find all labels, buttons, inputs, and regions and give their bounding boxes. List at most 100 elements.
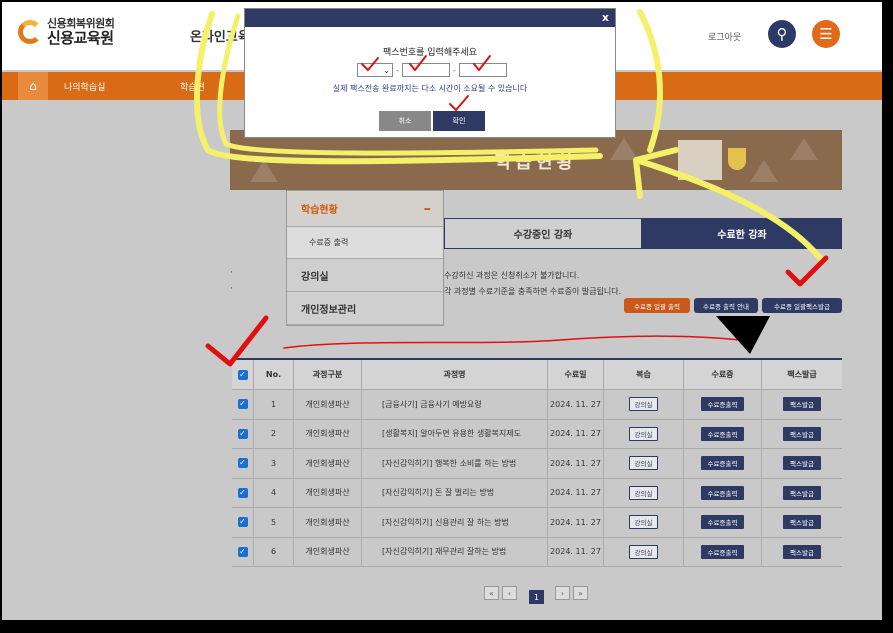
fax-middle-input[interactable] (401, 63, 450, 77)
print-certificate-button[interactable]: 수료증출력 (700, 456, 745, 471)
certificate-cell: 수료증출력 (684, 390, 762, 419)
row-select-cell: ✓ (232, 390, 254, 419)
row-select-cell: ✓ (232, 537, 254, 566)
row-checkbox[interactable]: ✓ (237, 458, 248, 469)
confirm-button[interactable]: 확인 (433, 111, 485, 131)
side-menu-profile[interactable]: 개인정보관리 (287, 292, 443, 325)
last-page-button[interactable]: » (573, 586, 588, 600)
select-all-cell: ✓ (232, 360, 254, 389)
nav-my-learning[interactable]: 나의학습실 (64, 80, 105, 93)
side-menu-certificate-print[interactable]: 수료증 출력 (287, 227, 443, 259)
double-chevron-right-icon: » (578, 588, 583, 598)
completion-date: 2024. 11. 27 (548, 537, 604, 566)
fax-issue-button[interactable]: 팩스발급 (783, 485, 821, 500)
nav-learning-status[interactable]: 학습현 (180, 80, 205, 93)
completion-date: 2024. 11. 27 (548, 390, 604, 419)
classroom-button[interactable]: 강의실 (628, 515, 659, 530)
side-menu-head-label: 학습현황 (301, 205, 338, 216)
page-banner: 학습현황 (230, 130, 842, 190)
print-certificate-button[interactable]: 수료증출력 (700, 515, 745, 530)
review-cell: 강의실 (604, 419, 684, 448)
double-chevron-left-icon: « (489, 588, 494, 598)
print-certificate-button[interactable]: 수료증출력 (700, 544, 745, 559)
fax-area-code-select[interactable]: ⌄ (357, 63, 393, 77)
tab-current-courses[interactable]: 수강중인 강좌 (444, 218, 642, 249)
table-body: ✓ 1 개인회생파산 [금융사기] 금융사기 예방요령 2024. 11. 27 강의실 수… (232, 390, 842, 567)
menu-button[interactable]: ☰ (812, 20, 840, 48)
completion-date: 2024. 11. 27 (548, 478, 604, 507)
column-header: 과정명 (362, 360, 548, 389)
row-checkbox[interactable]: ✓ (237, 428, 248, 439)
row-checkbox[interactable]: ✓ (237, 517, 248, 528)
classroom-button[interactable]: 강의실 (628, 426, 659, 441)
print-certificate-button[interactable]: 수료증출력 (700, 426, 745, 441)
review-cell: 강의실 (604, 537, 684, 566)
certificate-cell: 수료증출력 (684, 537, 762, 566)
row-checkbox[interactable]: ✓ (237, 487, 248, 498)
fax-cell: 팩스발급 (762, 390, 842, 419)
bullet-icon: · (230, 284, 233, 294)
print-certificate-button[interactable]: 수료증출력 (700, 397, 745, 412)
chevron-left-icon: ‹ (507, 588, 512, 598)
fax-issue-button[interactable]: 팩스발급 (783, 515, 821, 530)
logout-link[interactable]: 로그아웃 (708, 30, 741, 43)
certificate-cell: 수료증출력 (684, 419, 762, 448)
cancel-button[interactable]: 취소 (379, 111, 431, 131)
next-page-button[interactable]: › (555, 586, 570, 600)
review-cell: 강의실 (604, 449, 684, 478)
classroom-button[interactable]: 강의실 (628, 397, 659, 412)
chevron-right-icon: › (560, 588, 565, 598)
table-row: ✓ 1 개인회생파산 [금융사기] 금융사기 예방요령 2024. 11. 27 강의실 수… (232, 390, 842, 420)
fax-issue-button[interactable]: 팩스발급 (783, 456, 821, 471)
row-checkbox[interactable]: ✓ (237, 399, 248, 410)
review-cell: 강의실 (604, 478, 684, 507)
fax-last-input[interactable] (458, 63, 507, 77)
home-button[interactable]: ⌂ (18, 72, 48, 100)
tab-completed-courses[interactable]: 수료한 강좌 (642, 218, 842, 249)
completion-date: 2024. 11. 27 (548, 419, 604, 448)
print-guide-button[interactable]: 수료증 출력 안내 (694, 298, 758, 313)
collapse-icon[interactable]: – (424, 199, 432, 217)
classroom-button[interactable]: 강의실 (628, 544, 659, 559)
site-label[interactable]: 온라인교육 (190, 26, 250, 45)
fax-number-modal: x 팩스번호를 입력해주세요 ⌄ - - 실제 팩스전송 완료까지는 다소 시간… (244, 8, 616, 138)
select-all-checkbox[interactable]: ✓ (237, 369, 248, 380)
course-type: 개인회생파산 (294, 390, 362, 419)
fax-cell: 팩스발급 (762, 508, 842, 537)
table-row: ✓ 5 개인회생파산 [자신감익히기] 신용관리 잘 하는 방법 2024. 11. 2… (232, 508, 842, 538)
search-button[interactable]: ⚲ (768, 20, 796, 48)
close-icon[interactable]: x (602, 11, 609, 24)
logo-text: 신용회복위원회 신용교육원 (47, 18, 115, 47)
completion-date: 2024. 11. 27 (548, 449, 604, 478)
table-row: ✓ 3 개인회생파산 [자신감익히기] 행복한 소비를 하는 방법 2024. 11. … (232, 449, 842, 479)
review-cell: 강의실 (604, 508, 684, 537)
page-button-current[interactable]: 1 (529, 590, 544, 604)
row-number: 1 (254, 390, 294, 419)
side-menu-learning-status[interactable]: 학습현황 – (287, 191, 443, 227)
classroom-button[interactable]: 강의실 (628, 456, 659, 471)
fax-issue-button[interactable]: 팩스발급 (783, 544, 821, 559)
modal-note: 실제 팩스전송 완료까지는 다소 시간이 소요될 수 있습니다 (332, 84, 528, 93)
row-number: 3 (254, 449, 294, 478)
table-row: ✓ 6 개인회생파산 [자신감익히기] 재무관리 잘하는 방법 2024. 11. 27… (232, 537, 842, 567)
notice-text: 각 과정별 수료기준을 충족하면 수료증이 발급됩니다. (444, 287, 622, 296)
classroom-button[interactable]: 강의실 (628, 485, 659, 500)
bulk-fax-button[interactable]: 수료증 일괄팩스발급 (762, 298, 842, 313)
course-type: 개인회생파산 (294, 449, 362, 478)
side-menu-classroom[interactable]: 강의실 (287, 259, 443, 292)
page: 신용회복위원회 신용교육원 온라인교육 로그아웃 ⚲ ☰ ⌂ 나의학습실 학습현… (2, 2, 882, 620)
first-page-button[interactable]: « (484, 586, 499, 600)
dash-separator: - (452, 65, 456, 75)
fax-issue-button[interactable]: 팩스발급 (783, 397, 821, 412)
row-checkbox[interactable]: ✓ (237, 546, 248, 557)
fax-issue-button[interactable]: 팩스발급 (783, 426, 821, 441)
fax-number-row: ⌄ - - (357, 63, 507, 77)
print-certificate-button[interactable]: 수료증출력 (700, 485, 745, 500)
prev-page-button[interactable]: ‹ (502, 586, 517, 600)
screenshot-frame: 신용회복위원회 신용교육원 온라인교육 로그아웃 ⚲ ☰ ⌂ 나의학습실 학습현… (0, 0, 893, 633)
bulk-print-button[interactable]: 수료증 일괄 출력 (624, 298, 690, 313)
course-type: 개인회생파산 (294, 508, 362, 537)
row-number: 6 (254, 537, 294, 566)
logo-line2: 신용교육원 (47, 29, 114, 47)
logo[interactable]: 신용회복위원회 신용교육원 (18, 18, 115, 47)
